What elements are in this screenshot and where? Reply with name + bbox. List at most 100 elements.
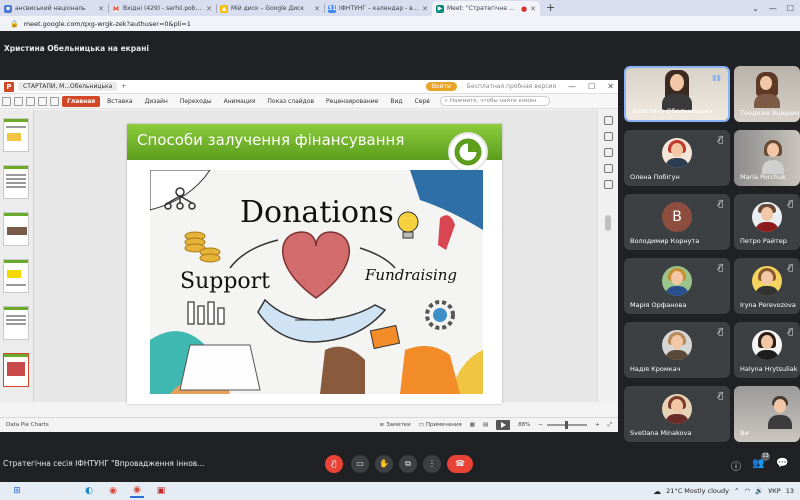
ribbon-tab-tools[interactable]: Серв	[410, 96, 435, 107]
search-icon[interactable]: ⌕	[34, 484, 48, 498]
participant-tile-speaking[interactable]: ▮▮ Христина Обельницька	[624, 66, 730, 122]
tool-icon[interactable]	[604, 116, 613, 125]
redo-icon[interactable]	[50, 96, 59, 106]
raise-hand-button[interactable]: ✋	[375, 455, 393, 473]
minimize-icon[interactable]: —	[568, 82, 576, 91]
tray-arrow-icon[interactable]: ⌃	[734, 487, 739, 495]
maximize-icon[interactable]: ☐	[588, 82, 595, 91]
slide-thumb[interactable]	[3, 118, 29, 152]
mic-off-icon: 🎙̸	[718, 327, 723, 336]
scrollbar-thumb[interactable]	[605, 215, 611, 231]
weather-text[interactable]: 21°C Mostly cloudy	[666, 487, 729, 495]
participant-tile[interactable]: В 🎙̸ Володимир Корнута	[624, 194, 730, 250]
fit-icon[interactable]: ⤢	[608, 422, 612, 429]
slide-thumb[interactable]	[3, 212, 29, 246]
close-tab-icon[interactable]: ✕	[314, 5, 320, 13]
participant-tile[interactable]: 🎙̸ Halyna Hrytsuliak	[734, 322, 800, 378]
save-icon[interactable]	[14, 96, 23, 106]
lock-icon[interactable]: 🔒	[10, 20, 19, 28]
url-text[interactable]: meet.google.com/qxg-wrgk-zek?authuser=0&…	[24, 20, 191, 28]
ribbon-tab-view[interactable]: Вид	[385, 96, 407, 107]
minimize-icon[interactable]: —	[769, 4, 777, 13]
ribbon-tab-slideshow[interactable]: Показ слайдов	[262, 96, 319, 107]
chrome-active-icon[interactable]: ◉	[130, 484, 144, 498]
slide[interactable]: Способи залучення фінансування Donations…	[127, 124, 502, 404]
browser-tab-active[interactable]: ▶ Meet: "Стратегічна сесія ІФ ● ✕	[432, 1, 540, 16]
menu-icon[interactable]	[2, 96, 11, 106]
sorter-view-icon[interactable]: ▤	[483, 422, 488, 428]
participant-tile[interactable]: 🎙̸ Iryna Perevozova	[734, 258, 800, 314]
more-options-button[interactable]: ⋮	[423, 455, 441, 473]
comments-button[interactable]: ▭ Примечания	[419, 422, 462, 428]
add-tab-icon[interactable]: +	[121, 83, 126, 90]
command-search[interactable]: ⌕ Нажмите, чтобы найти коман	[439, 96, 550, 106]
ribbon-tab-transitions[interactable]: Переходы	[175, 96, 217, 107]
close-tab-icon[interactable]: ✕	[98, 5, 104, 13]
tool-icon[interactable]	[604, 180, 613, 189]
signin-button[interactable]: Войти	[425, 82, 457, 91]
mic-off-button[interactable]: 🎙̸	[325, 455, 343, 473]
close-tab-icon[interactable]: ✕	[422, 5, 428, 13]
ribbon-tab-design[interactable]: Дизайн	[140, 96, 173, 107]
volume-icon[interactable]: 🔊	[755, 487, 763, 495]
slide-canvas: Способи залучення фінансування Donations…	[34, 110, 597, 404]
zoom-out-icon[interactable]: −	[538, 422, 543, 428]
participant-tile[interactable]: Теодозія Яцишин	[734, 66, 800, 122]
slide-thumb[interactable]	[3, 165, 29, 199]
camera-button[interactable]: ▭	[351, 455, 369, 473]
app-icon[interactable]: ▣	[154, 484, 168, 498]
slide-thumb-selected[interactable]	[3, 353, 29, 387]
close-tab-icon[interactable]: ✕	[530, 5, 536, 13]
browser-tab[interactable]: M Вхідні (429) - serhii.pobihun@n ✕	[108, 1, 216, 16]
participant-tile[interactable]: 🎙̸ Надія Кромкач	[624, 322, 730, 378]
ribbon-tab-review[interactable]: Рецензирование	[321, 96, 383, 107]
clock[interactable]: 13	[786, 487, 794, 495]
tab-search-icon[interactable]: ⌄	[752, 4, 759, 13]
tab-title: ансвиський національ	[15, 5, 86, 12]
wifi-icon[interactable]: ◠	[744, 487, 750, 495]
close-icon[interactable]: ✕	[607, 82, 614, 91]
zoom-in-icon[interactable]: +	[595, 422, 600, 428]
right-toolbar	[597, 110, 618, 402]
slide-thumb[interactable]	[3, 259, 29, 293]
document-tab[interactable]: СТАРТАПИ, М...Обельницька	[18, 82, 118, 91]
tab-title: Meet: "Стратегічна сесія ІФ	[447, 5, 518, 12]
participant-tile[interactable]: 🎙̸ Svetlana Minakova	[624, 386, 730, 442]
participant-tile[interactable]: Maria Porchuk	[734, 130, 800, 186]
participant-tile[interactable]: 🎙̸ Петро Райтер	[734, 194, 800, 250]
end-call-button[interactable]: ☎	[447, 455, 473, 473]
tool-icon[interactable]	[604, 148, 613, 157]
ribbon-tab-animation[interactable]: Анимация	[219, 96, 261, 107]
print-icon[interactable]	[26, 96, 35, 106]
participant-tile[interactable]: 🎙̸ Марія Орфанова	[624, 258, 730, 314]
browser-tab[interactable]: ▪ ансвиський національ ✕	[0, 1, 108, 16]
normal-view-icon[interactable]: ▦	[470, 422, 475, 428]
windows-start-icon[interactable]: ⊞	[10, 484, 24, 498]
edge-icon[interactable]: ◐	[82, 484, 96, 498]
maximize-icon[interactable]: ☐	[787, 4, 794, 13]
ribbon-tab-home[interactable]: Главная	[62, 95, 101, 107]
address-bar[interactable]: 🔒 meet.google.com/qxg-wrgk-zek?authuser=…	[0, 16, 800, 31]
info-icon[interactable]: ⓘ	[731, 458, 741, 473]
zoom-level[interactable]: 88%	[518, 422, 530, 428]
undo-icon[interactable]	[38, 96, 47, 106]
present-button[interactable]: ⧉	[399, 455, 417, 473]
notes-button[interactable]: ≡ Заметки	[380, 422, 411, 428]
browser-tab[interactable]: 31 ІФНТУНГ – календар - вівторок ✕	[324, 1, 432, 16]
participant-name: Iryna Perevozova	[740, 301, 796, 309]
tool-icon[interactable]	[604, 164, 613, 173]
slideshow-play-button[interactable]	[496, 420, 511, 430]
ribbon-tab-insert[interactable]: Вставка	[102, 96, 137, 107]
participant-tile[interactable]: 🎙̸ Олена Побігун	[624, 130, 730, 186]
language-indicator[interactable]: УКР	[768, 487, 781, 495]
slide-thumb[interactable]	[3, 306, 29, 340]
chrome-icon[interactable]: ◉	[106, 484, 120, 498]
tool-icon[interactable]	[604, 132, 613, 141]
close-tab-icon[interactable]: ✕	[206, 5, 212, 13]
new-tab-button[interactable]: +	[540, 1, 561, 16]
zoom-slider[interactable]	[546, 421, 587, 429]
browser-tab[interactable]: ▲ Мій диск – Google Диск ✕	[216, 1, 324, 16]
task-view-icon[interactable]: ▣	[58, 484, 72, 498]
participant-tile-self[interactable]: Ви	[734, 386, 800, 442]
chat-icon[interactable]: 💬	[776, 458, 788, 469]
